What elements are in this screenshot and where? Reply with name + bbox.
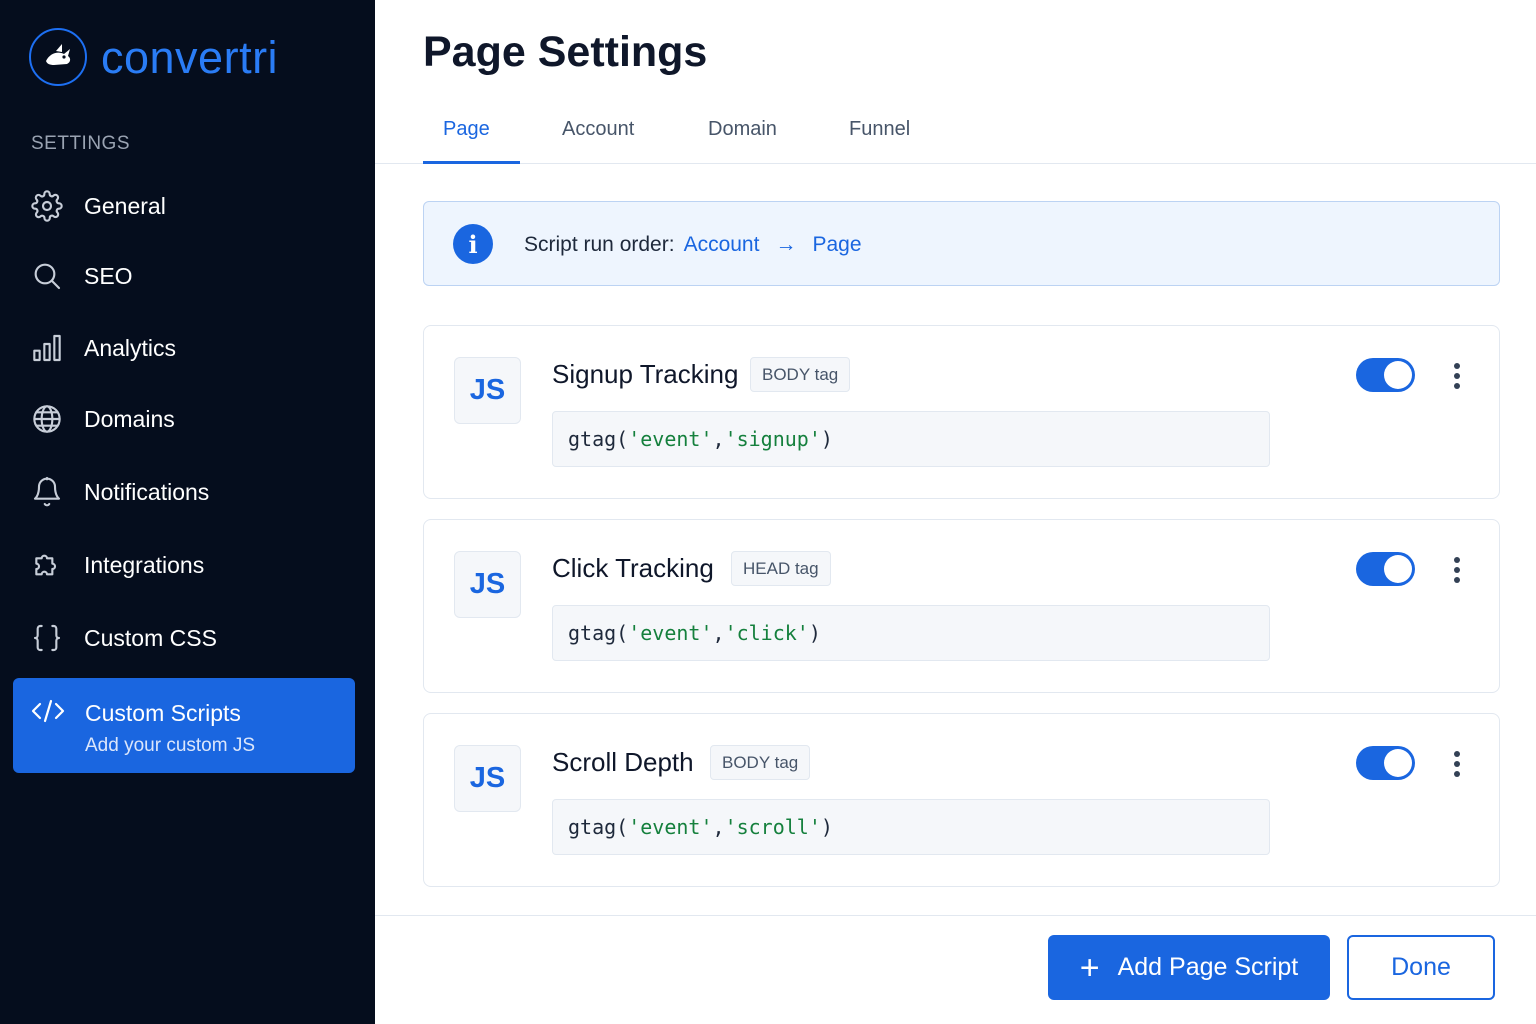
script-enabled-toggle[interactable] <box>1356 746 1415 780</box>
code-arg: 'event' <box>628 815 713 839</box>
script-name: Click Tracking <box>552 553 714 583</box>
script-location-tag: HEAD tag <box>731 551 831 586</box>
sidebar-item-domains[interactable]: Domains <box>30 399 175 439</box>
code-separator: , <box>712 815 725 839</box>
sidebar-item-label: Notifications <box>84 478 210 505</box>
sidebar-item-integrations[interactable]: Integrations <box>30 545 204 585</box>
js-file-icon: JS <box>454 745 521 812</box>
brand-logo[interactable]: convertri <box>29 28 278 86</box>
page-title: Page Settings <box>423 28 708 76</box>
bell-icon <box>30 475 64 509</box>
toggle-knob <box>1384 361 1412 389</box>
script-code-preview[interactable]: gtag('event','scroll') <box>552 799 1270 855</box>
script-code-preview[interactable]: gtag('event','signup') <box>552 411 1270 467</box>
active-tab-indicator <box>423 161 520 164</box>
code-close: ) <box>820 815 833 839</box>
sidebar-item-seo[interactable]: SEO <box>30 256 133 296</box>
sidebar-item-notifications[interactable]: Notifications <box>30 472 209 512</box>
info-icon: i <box>453 224 493 264</box>
script-order-banner: i Script run order: Account → Page <box>423 201 1500 286</box>
sidebar-item-description: Add your custom JS <box>85 735 256 756</box>
code-separator: , <box>712 621 725 645</box>
sidebar-item-analytics[interactable]: Analytics <box>30 328 176 368</box>
sidebar-item-custom-css[interactable]: Custom CSS <box>30 618 217 658</box>
more-options-icon[interactable] <box>1448 748 1466 780</box>
tab-funnel[interactable]: Funnel <box>849 118 910 141</box>
code-close: ) <box>820 427 833 451</box>
gear-icon <box>30 189 64 223</box>
code-arg: 'signup' <box>724 427 821 451</box>
code-function: gtag( <box>568 621 629 645</box>
script-enabled-toggle[interactable] <box>1356 358 1415 392</box>
bar-chart-icon <box>30 331 64 365</box>
code-arg: 'scroll' <box>724 815 821 839</box>
sidebar-item-custom-scripts[interactable]: Custom Scripts Add your custom JS <box>13 678 355 773</box>
toggle-knob <box>1384 555 1412 583</box>
curly-braces-icon <box>30 621 64 655</box>
script-card: JS Scroll Depth BODY tag gtag('event','s… <box>423 713 1500 887</box>
script-order-page-link[interactable]: Page <box>812 233 861 257</box>
tab-domain[interactable]: Domain <box>708 118 777 141</box>
more-options-icon[interactable] <box>1448 554 1466 586</box>
add-page-script-label: Add Page Script <box>1117 953 1299 981</box>
script-name: Scroll Depth <box>552 747 694 777</box>
sidebar-item-general[interactable]: General <box>30 186 166 226</box>
sidebar-item-label: SEO <box>84 262 133 289</box>
script-order-text: Script run order: Account → Page <box>524 233 862 257</box>
code-icon <box>30 696 66 726</box>
script-location-tag: BODY tag <box>710 745 811 780</box>
script-order-account-link[interactable]: Account <box>684 233 760 257</box>
script-order-label: Script run order: <box>524 233 675 256</box>
tab-bar: Page Account Domain Funnel <box>375 100 1536 164</box>
sidebar-item-label: Custom Scripts <box>85 700 241 726</box>
tab-account[interactable]: Account <box>562 118 634 141</box>
rabbit-logo-icon <box>29 28 87 86</box>
sidebar-item-label: Integrations <box>84 551 205 578</box>
sidebar-section-label: SETTINGS <box>31 133 131 154</box>
script-location-tag: BODY tag <box>750 357 851 392</box>
code-arg: 'click' <box>724 621 809 645</box>
code-function: gtag( <box>568 427 629 451</box>
script-code-preview[interactable]: gtag('event','click') <box>552 605 1270 661</box>
toggle-knob <box>1384 749 1412 777</box>
more-options-icon[interactable] <box>1448 360 1466 392</box>
js-file-icon: JS <box>454 551 521 618</box>
sidebar-item-label: Domains <box>84 405 175 432</box>
plus-icon: + <box>1079 948 1100 987</box>
tab-page[interactable]: Page <box>443 118 490 141</box>
script-card: JS Signup Tracking BODY tag gtag('event'… <box>423 325 1500 499</box>
search-icon <box>30 259 64 293</box>
footer-bar: + Add Page Script Done <box>375 915 1536 1024</box>
brand-name: convertri <box>101 31 279 83</box>
code-function: gtag( <box>568 815 629 839</box>
sidebar-item-label: Custom CSS <box>84 624 217 651</box>
sidebar-item-label: General <box>84 192 166 219</box>
sidebar-item-label: Analytics <box>84 334 177 361</box>
globe-icon <box>30 402 64 436</box>
done-button[interactable]: Done <box>1347 935 1495 1000</box>
sidebar: convertri SETTINGS General SEO Analytics <box>0 0 375 1024</box>
add-page-script-button[interactable]: + Add Page Script <box>1048 935 1330 1000</box>
puzzle-icon <box>30 548 64 582</box>
code-arg: 'event' <box>628 427 713 451</box>
js-file-icon: JS <box>454 357 521 424</box>
script-card: JS Click Tracking HEAD tag gtag('event',… <box>423 519 1500 693</box>
main-panel: Page Settings Page Account Domain Funnel… <box>375 0 1536 1024</box>
arrow-right-icon: → <box>775 233 797 256</box>
code-separator: , <box>712 427 725 451</box>
code-close: ) <box>808 621 821 645</box>
code-arg: 'event' <box>628 621 713 645</box>
script-enabled-toggle[interactable] <box>1356 552 1415 586</box>
script-name: Signup Tracking <box>552 359 739 389</box>
